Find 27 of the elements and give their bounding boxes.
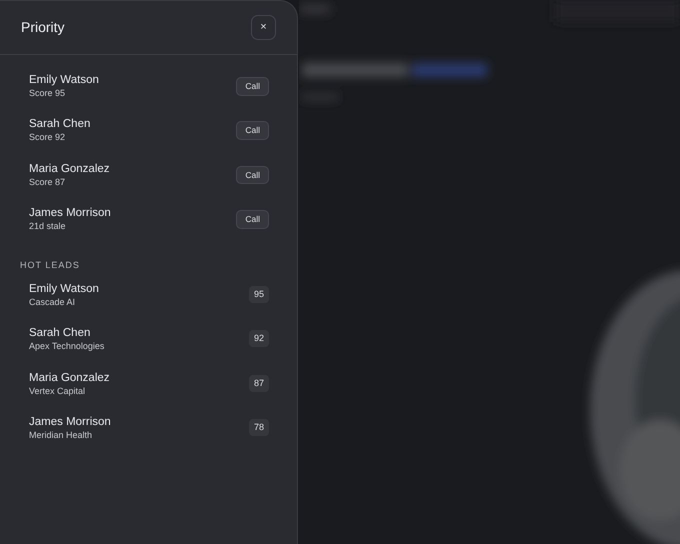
contact-detail: Score 87 — [29, 176, 66, 188]
contact-name: Maria Gonzalez — [29, 370, 110, 386]
call-button[interactable]: Call — [236, 77, 269, 96]
contact-name: Sarah Chen — [29, 326, 92, 342]
contact-detail: Cascade AI — [29, 297, 76, 309]
call-button[interactable]: Call — [236, 166, 269, 184]
score-badge: 92 — [248, 330, 269, 348]
close-button[interactable]: × — [251, 15, 276, 40]
score-badge: 95 — [248, 286, 269, 304]
panel-title: Priority — [21, 18, 65, 37]
call-button[interactable]: Call — [236, 210, 269, 229]
contact-name: Maria Gonzalez — [29, 162, 110, 177]
contact-name: James Morrison — [29, 415, 111, 430]
contact-name: James Morrison — [29, 206, 111, 222]
contact-detail: Score 95 — [29, 88, 66, 100]
contact-detail: 21d stale — [29, 221, 67, 233]
score-badge: 87 — [248, 374, 269, 392]
score-badge: 78 — [248, 419, 269, 436]
section-heading: HOT LEADS — [19, 258, 81, 272]
call-button[interactable]: Call — [236, 121, 269, 140]
contact-detail: Score 92 — [29, 132, 66, 144]
contact-detail: Vertex Capital — [29, 386, 86, 398]
contact-name: Sarah Chen — [29, 117, 90, 132]
contact-detail: Apex Technologies — [29, 341, 104, 354]
contact-detail: Meridian Health — [29, 430, 94, 442]
contact-name: Emily Watson — [29, 282, 99, 297]
contact-name: Emily Watson — [29, 73, 99, 88]
